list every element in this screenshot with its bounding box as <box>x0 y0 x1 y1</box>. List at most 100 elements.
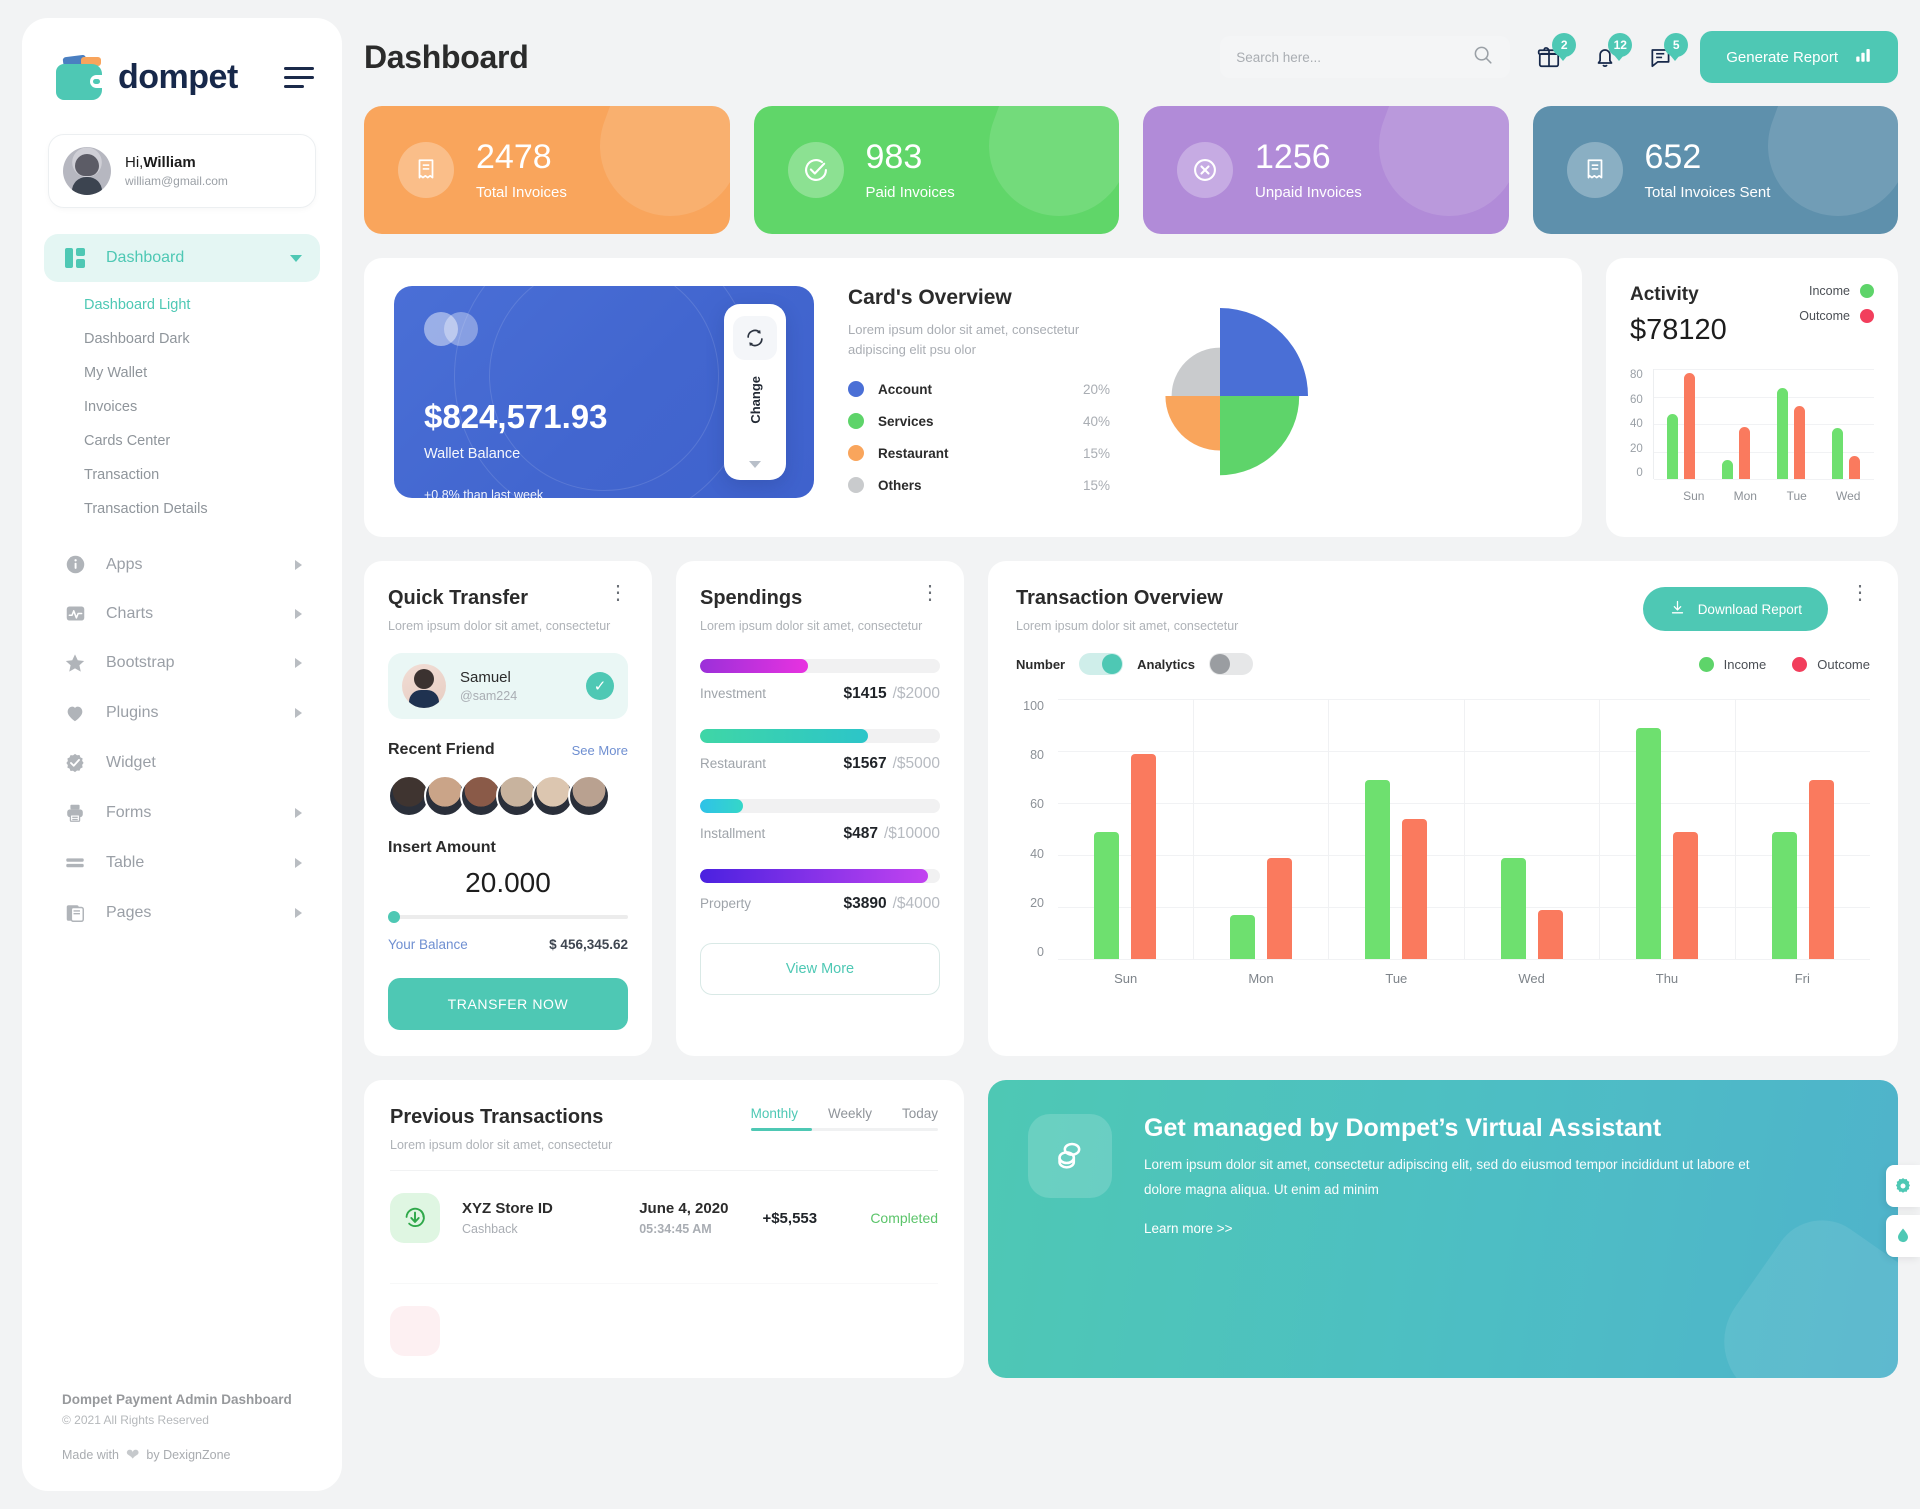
sidebar-item-pages[interactable]: Pages <box>44 888 320 938</box>
legend-label: Account <box>878 381 932 397</box>
sidebar-item-plugins[interactable]: Plugins <box>44 688 320 738</box>
x-tick: Sun <box>1683 489 1705 503</box>
status-badge: Completed <box>870 1210 939 1226</box>
footer-made-with: Made with ❤ by DexignZone <box>62 1445 342 1465</box>
transaction-overview-chart: 100 80 60 40 20 0 <box>1016 699 1870 960</box>
sidebar-subitem-invoices[interactable]: Invoices <box>22 390 342 424</box>
selected-friend[interactable]: Samuel @sam224 ✓ <box>388 653 628 719</box>
table-row[interactable] <box>390 1283 938 1378</box>
gear-check-icon <box>62 752 88 774</box>
stat-card-total-invoices[interactable]: 2478 Total Invoices <box>364 106 730 234</box>
spendings-subtitle: Lorem ipsum dolor sit amet, consectetur <box>700 619 923 633</box>
sidebar-subitem-dashboard-light[interactable]: Dashboard Light <box>22 288 342 322</box>
x-tick: Wed <box>1836 489 1861 503</box>
bar <box>1777 388 1789 479</box>
chevron-right-icon <box>295 608 302 619</box>
notifications-button[interactable]: 12 <box>1588 33 1633 74</box>
change-card-control[interactable]: Change <box>724 304 786 480</box>
toggle-number-switch[interactable] <box>1079 653 1124 675</box>
theme-color-button[interactable] <box>1886 1215 1920 1257</box>
sidebar-item-bootstrap[interactable]: Bootstrap <box>44 638 320 688</box>
sidebar-item-forms[interactable]: Forms <box>44 788 320 838</box>
cards-overview-rose-chart <box>1120 296 1320 492</box>
messages-button[interactable]: 5 <box>1644 33 1689 74</box>
table-row[interactable]: XYZ Store ID Cashback June 4, 2020 05:34… <box>390 1170 938 1265</box>
sidebar-item-dashboard[interactable]: Dashboard <box>44 234 320 282</box>
tab-monthly[interactable]: Monthly <box>751 1106 798 1121</box>
y-tick: 80 <box>1030 748 1044 763</box>
notifications-badge: 12 <box>1608 33 1633 61</box>
previous-transactions-tabs: Monthly Weekly Today <box>750 1106 938 1131</box>
greeting-prefix: Hi, <box>125 154 144 171</box>
chevron-right-icon <box>295 908 302 918</box>
transaction-kind: Cashback <box>462 1222 518 1236</box>
coins-icon <box>1028 1114 1112 1198</box>
transfer-now-button[interactable]: TRANSFER NOW <box>388 978 628 1030</box>
generate-report-button[interactable]: Generate Report <box>1700 31 1898 83</box>
chevron-down-icon[interactable] <box>749 461 761 468</box>
pie-slice <box>1165 396 1220 451</box>
sidebar-subitem-transaction-details[interactable]: Transaction Details <box>22 492 342 526</box>
tab-today[interactable]: Today <box>902 1106 938 1121</box>
see-more-link[interactable]: See More <box>572 743 628 758</box>
wallet-credit-card[interactable]: $824,571.93 Wallet Balance +0,8% than la… <box>394 286 814 498</box>
sidebar-item-table[interactable]: Table <box>44 838 320 888</box>
amount-value[interactable]: 20.000 <box>388 867 628 899</box>
sidebar-subitem-my-wallet[interactable]: My Wallet <box>22 356 342 390</box>
download-report-button[interactable]: Download Report <box>1642 587 1828 631</box>
sidebar-item-apps[interactable]: Apps <box>44 540 320 589</box>
sidebar-item-label: Bootstrap <box>106 654 175 671</box>
search-input[interactable] <box>1236 49 1473 65</box>
y-tick: 0 <box>1636 467 1643 479</box>
transaction-overview-menu-icon[interactable]: ⋮ <box>1850 583 1870 603</box>
sidebar-item-charts[interactable]: Charts <box>44 589 320 638</box>
sidebar-item-widget[interactable]: Widget <box>44 738 320 788</box>
gift-button[interactable]: 2 <box>1532 33 1577 74</box>
stat-card-paid-invoices[interactable]: 983 Paid Invoices <box>753 106 1119 234</box>
sidebar-subitem-transaction[interactable]: Transaction <box>22 458 342 492</box>
settings-button[interactable] <box>1886 1165 1920 1207</box>
tab-weekly[interactable]: Weekly <box>828 1106 872 1121</box>
previous-transactions-title: Previous Transactions <box>390 1106 604 1128</box>
slider-handle[interactable] <box>388 911 400 923</box>
learn-more-link[interactable]: Learn more >> <box>1144 1221 1233 1236</box>
star-icon <box>62 652 88 674</box>
search-box[interactable] <box>1220 36 1511 78</box>
check-icon: ✓ <box>586 672 614 700</box>
sidebar-subitem-cards-center[interactable]: Cards Center <box>22 424 342 458</box>
quick-transfer-menu-icon[interactable]: ⋮ <box>608 583 628 603</box>
stat-card-total-invoices-sent[interactable]: 652 Total Invoices Sent <box>1532 106 1898 234</box>
bar <box>1636 727 1662 959</box>
amount-slider[interactable] <box>388 911 628 923</box>
brand[interactable]: dompet <box>22 44 342 100</box>
activity-legend: Income Outcome <box>1799 284 1874 347</box>
bar <box>1684 373 1696 479</box>
row-wallet-overview: $824,571.93 Wallet Balance +0,8% than la… <box>364 258 1898 537</box>
sidebar-subitem-dashboard-dark[interactable]: Dashboard Dark <box>22 322 342 356</box>
bar <box>1500 857 1526 959</box>
topbar-actions: 2 12 5 Generate Report <box>1220 31 1898 83</box>
sidebar-item-label: Dashboard <box>106 249 185 266</box>
sidebar: dompet Hi,William william@gmail.com Dash… <box>22 18 342 1491</box>
user-profile-card[interactable]: Hi,William william@gmail.com <box>48 134 316 208</box>
y-tick: 60 <box>1630 393 1643 406</box>
search-icon[interactable] <box>1472 44 1494 71</box>
bar <box>1771 831 1797 959</box>
toggle-analytics-switch[interactable] <box>1208 653 1253 675</box>
stat-card-unpaid-invoices[interactable]: 1256 Unpaid Invoices <box>1143 106 1509 234</box>
spending-value: $1415 <box>843 685 887 702</box>
spending-item: Restaurant $1567 /$5000 <box>700 729 940 773</box>
bar-group <box>1654 369 1709 479</box>
recent-friend-avatars[interactable] <box>388 775 628 817</box>
avatar[interactable] <box>568 775 610 817</box>
y-tick: 0 <box>1037 944 1044 959</box>
spending-value: $1567 <box>843 755 887 772</box>
stat-label: Total Invoices <box>476 183 567 201</box>
menu-toggle-icon[interactable] <box>284 66 314 88</box>
legend-label: Services <box>878 413 934 429</box>
view-more-button[interactable]: View More <box>700 943 940 995</box>
y-tick: 40 <box>1630 418 1643 430</box>
chevron-right-icon <box>295 559 302 570</box>
spendings-menu-icon[interactable]: ⋮ <box>920 583 940 603</box>
avatar <box>63 147 111 195</box>
